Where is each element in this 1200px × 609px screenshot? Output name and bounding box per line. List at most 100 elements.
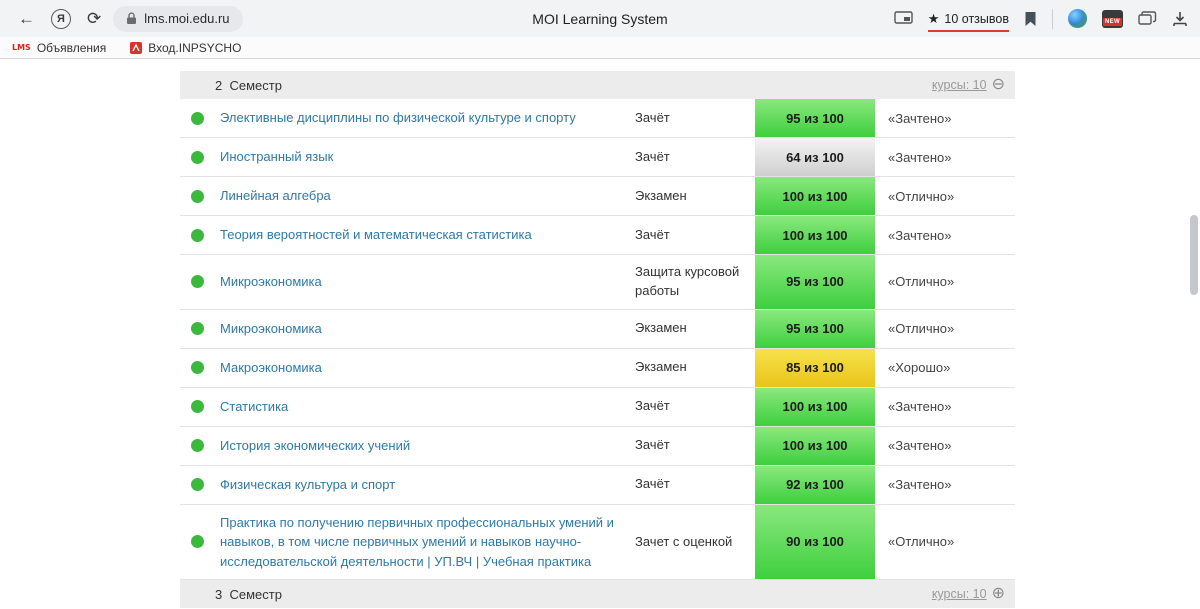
table-row: Иностранный язык Зачёт 64 из 100 «Зачтен… — [180, 138, 1015, 177]
course-cell: Элективные дисциплины по физической куль… — [215, 100, 635, 136]
assessment-type: Экзамен — [635, 179, 755, 214]
download-icon[interactable] — [1172, 11, 1188, 27]
status-dot-icon — [191, 112, 204, 125]
status-dot-icon — [191, 400, 204, 413]
score-badge-cell: 95 из 100 — [755, 310, 875, 348]
course-link[interactable]: Практика по получению первичных професси… — [220, 515, 614, 569]
grade-text: «Отлично» — [875, 534, 1015, 549]
table-row: Микроэкономика Экзамен 95 из 100 «Отличн… — [180, 310, 1015, 349]
grades-table: 2 Семестр курсы: 10 ⊖ Элективные дисципл… — [180, 71, 1015, 608]
course-link[interactable]: Микроэкономика — [220, 321, 322, 336]
bookmarks-bar: LMS Объявления Вход.INPSYCHO — [0, 37, 1200, 59]
course-cell: Микроэкономика — [215, 264, 635, 300]
bookmark-item-inpsycho[interactable]: Вход.INPSYCHO — [130, 41, 241, 55]
course-link[interactable]: Линейная алгебра — [220, 188, 331, 203]
course-link[interactable]: Иностранный язык — [220, 149, 333, 164]
course-link[interactable]: Теория вероятностей и математическая ста… — [220, 227, 532, 242]
score-badge-cell: 64 из 100 — [755, 138, 875, 176]
course-link[interactable]: Физическая культура и спорт — [220, 477, 395, 492]
score-badge: 100 из 100 — [755, 216, 875, 254]
course-link[interactable]: Элективные дисциплины по физической куль… — [220, 110, 576, 125]
bookmark-label: Объявления — [37, 41, 106, 55]
status-cell — [180, 177, 215, 215]
table-row: История экономических учений Зачёт 100 и… — [180, 427, 1015, 466]
course-link[interactable]: Статистика — [220, 399, 288, 414]
course-cell: Линейная алгебра — [215, 178, 635, 214]
browser-window: ← Я ⟳ lms.moi.edu.ru MOI Learning System… — [0, 0, 1200, 59]
course-cell: История экономических учений — [215, 428, 635, 464]
status-cell — [180, 216, 215, 254]
table-row: Статистика Зачёт 100 из 100 «Зачтено» — [180, 388, 1015, 427]
assessment-type: Зачёт — [635, 467, 755, 502]
site-reviews[interactable]: ★ 10 отзывов — [928, 11, 1009, 32]
table-row: Линейная алгебра Экзамен 100 из 100 «Отл… — [180, 177, 1015, 216]
grades-table-body: Элективные дисциплины по физической куль… — [180, 99, 1015, 580]
refresh-button[interactable]: ⟳ — [87, 10, 101, 27]
bookmark-icon[interactable] — [1024, 11, 1037, 27]
score-badge: 95 из 100 — [755, 255, 875, 309]
assessment-type: Экзамен — [635, 311, 755, 346]
grade-text: «Хорошо» — [875, 360, 1015, 375]
courses-count-link[interactable]: курсы: 10 — [932, 78, 987, 92]
collapse-icon[interactable]: ⊖ — [992, 77, 1005, 93]
score-badge: 90 из 100 — [755, 505, 875, 580]
status-dot-icon — [191, 361, 204, 374]
tickets-icon[interactable] — [1138, 11, 1157, 26]
status-dot-icon — [191, 439, 204, 452]
score-badge-cell: 92 из 100 — [755, 466, 875, 504]
expand-icon[interactable]: ⊕ — [992, 586, 1005, 602]
score-badge: 85 из 100 — [755, 349, 875, 387]
grade-text: «Зачтено» — [875, 111, 1015, 126]
bookmark-label: Вход.INPSYCHO — [148, 41, 241, 55]
table-row: Макроэкономика Экзамен 85 из 100 «Хорошо… — [180, 349, 1015, 388]
status-dot-icon — [191, 478, 204, 491]
assessment-type: Зачет с оценкой — [635, 525, 755, 560]
score-badge: 100 из 100 — [755, 427, 875, 465]
course-link[interactable]: Макроэкономика — [220, 360, 322, 375]
calendar-new-icon[interactable]: NEW — [1102, 10, 1123, 28]
bookmark-item-announcements[interactable]: LMS Объявления — [12, 41, 106, 55]
status-dot-icon — [191, 535, 204, 548]
grade-text: «Зачтено» — [875, 477, 1015, 492]
table-row: Элективные дисциплины по физической куль… — [180, 99, 1015, 138]
scrollbar-thumb[interactable] — [1190, 215, 1198, 295]
reviews-count: 10 отзывов — [944, 12, 1009, 26]
score-badge: 92 из 100 — [755, 466, 875, 504]
score-badge: 95 из 100 — [755, 310, 875, 348]
status-dot-icon — [191, 229, 204, 242]
course-link[interactable]: История экономических учений — [220, 438, 410, 453]
assessment-type: Зачёт — [635, 101, 755, 136]
yandex-logo-icon[interactable]: Я — [51, 9, 71, 29]
table-row: Практика по получению первичных професси… — [180, 505, 1015, 581]
score-badge-cell: 100 из 100 — [755, 177, 875, 215]
course-cell: Практика по получению первичных професси… — [215, 505, 635, 580]
grade-text: «Отлично» — [875, 274, 1015, 289]
score-badge-cell: 85 из 100 — [755, 349, 875, 387]
back-button[interactable]: ← — [18, 10, 35, 27]
table-row: Физическая культура и спорт Зачёт 92 из … — [180, 466, 1015, 505]
browser-profile-icon[interactable] — [1068, 9, 1087, 28]
courses-count: курсы: 10 ⊕ — [932, 586, 1005, 602]
course-cell: Микроэкономика — [215, 311, 635, 347]
status-dot-icon — [191, 322, 204, 335]
grade-text: «Зачтено» — [875, 399, 1015, 414]
course-cell: Теория вероятностей и математическая ста… — [215, 217, 635, 253]
table-row: Теория вероятностей и математическая ста… — [180, 216, 1015, 255]
score-badge-cell: 100 из 100 — [755, 427, 875, 465]
toolbar-separator — [1052, 9, 1053, 29]
assessment-type: Зачёт — [635, 428, 755, 463]
assessment-type: Зачёт — [635, 140, 755, 175]
course-cell: Статистика — [215, 389, 635, 425]
address-bar[interactable]: lms.moi.edu.ru — [113, 6, 242, 32]
status-cell — [180, 505, 215, 580]
status-dot-icon — [191, 151, 204, 164]
score-badge: 64 из 100 — [755, 138, 875, 176]
status-cell — [180, 99, 215, 137]
lms-favicon: LMS — [12, 43, 31, 52]
status-cell — [180, 255, 215, 309]
site-panel-icon[interactable] — [894, 11, 913, 26]
course-cell: Физическая культура и спорт — [215, 467, 635, 503]
courses-count-link[interactable]: курсы: 10 — [932, 587, 987, 601]
status-dot-icon — [191, 275, 204, 288]
course-link[interactable]: Микроэкономика — [220, 274, 322, 289]
